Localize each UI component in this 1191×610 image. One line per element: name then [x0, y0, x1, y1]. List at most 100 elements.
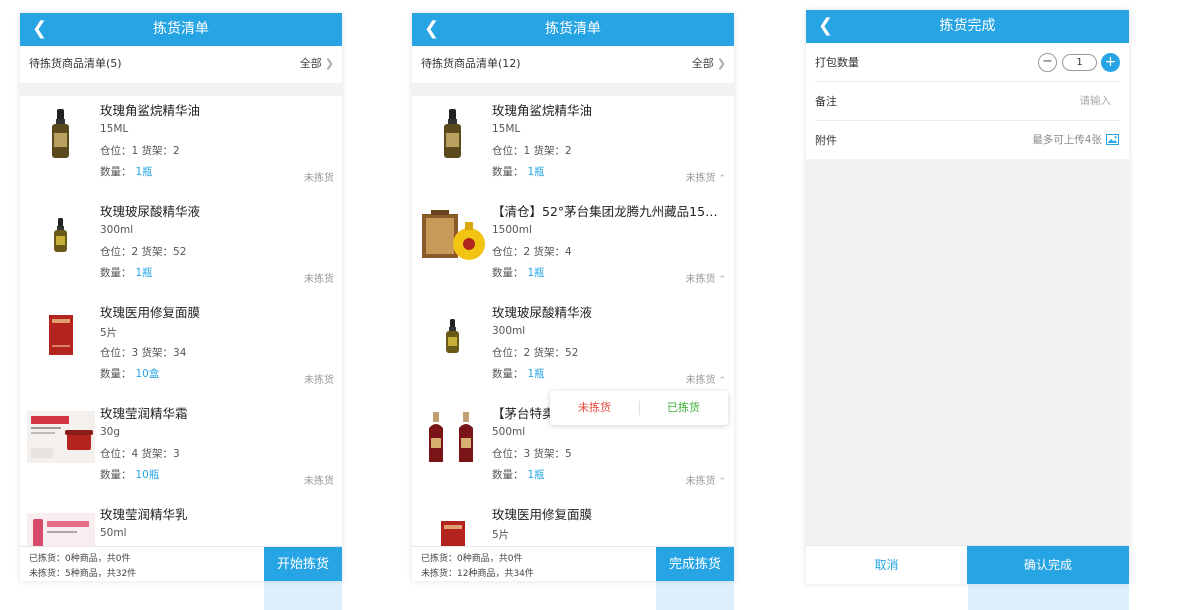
item-list[interactable]: 玫瑰角鲨烷精华油 15ML 仓位：1 货架：2 数量： 1瓶 未拣货 玫瑰玻尿酸精… [20, 96, 342, 546]
item-qty-label: 数量： [100, 368, 132, 380]
product-image-red-liquor-bottles [429, 412, 473, 462]
item-qty-value: 1瓶 [527, 166, 545, 178]
filter-all-button[interactable]: 全部 ❯ [692, 46, 726, 82]
item-status-text: 未拣货 [685, 375, 716, 386]
cancel-button[interactable]: 取消 [806, 546, 967, 584]
item-list[interactable]: 玫瑰角鲨烷精华油 15ML 仓位：1 货架：2 数量： 1瓶 未拣货 ⌃ 【清仓】5… [412, 96, 734, 546]
attachment-row[interactable]: 附件 最多可上传4张 [806, 121, 1129, 160]
quantity-input[interactable]: 1 [1062, 54, 1097, 71]
confirm-complete-button[interactable]: 确认完成 [967, 546, 1129, 584]
item-name: 玫瑰医用修复面膜 [492, 507, 593, 522]
item-spec: 15ML [100, 123, 129, 135]
item-location: 仓位：3 货架：34 [100, 347, 187, 359]
item-name: 玫瑰莹润精华霜 [100, 406, 188, 421]
item-qty-value: 1瓶 [135, 166, 153, 178]
item-qty-label: 数量： [492, 267, 524, 279]
picked-summary: 已拣货：0种商品，共0件 [421, 554, 523, 564]
item-qty-label: 数量： [100, 469, 132, 481]
chevron-up-icon: ⌃ [718, 275, 726, 285]
product-image-liquor-gift-box [422, 210, 485, 260]
item-qty-value: 1瓶 [135, 267, 153, 279]
title-bar: ❮ 拣货清单 [20, 13, 342, 46]
list-item[interactable]: 玫瑰玻尿酸精华液 300ml 仓位：2 货架：52 数量： 1瓶 未拣货 ⌃ [412, 298, 734, 399]
chevron-up-icon: ⌃ [718, 174, 726, 184]
list-item[interactable]: 玫瑰医用修复面膜 5片 [412, 500, 734, 546]
list-item[interactable]: 【清仓】52°茅台集团龙腾九州藏品1500ml 1500ml 仓位：2 货架：4… [412, 197, 734, 298]
page-title: 拣货清单 [153, 21, 209, 37]
title-bar: ❮ 拣货完成 [806, 10, 1129, 43]
completion-form: 打包数量 − 1 + 备注 请输入 附件 最多可上传4张 [806, 43, 1129, 159]
title-bar: ❮ 拣货清单 [412, 13, 734, 46]
item-name: 玫瑰角鲨烷精华油 [492, 103, 593, 118]
item-location: 仓位：2 货架：52 [100, 246, 187, 258]
list-item[interactable]: 玫瑰医用修复面膜 5片 仓位：3 货架：34 数量： 10盒 未拣货 [20, 298, 342, 399]
list-item[interactable]: 玫瑰角鲨烷精华油 15ML 仓位：1 货架：2 数量： 1瓶 未拣货 ⌃ [412, 96, 734, 197]
item-qty: 数量： 1瓶 [492, 164, 545, 179]
item-qty-value: 10瓶 [135, 469, 160, 481]
item-qty-value: 10盒 [135, 368, 160, 380]
item-qty: 数量： 10盒 [100, 366, 159, 381]
item-status[interactable]: 未拣货 [304, 371, 334, 386]
product-image-serum-bottle [446, 319, 459, 353]
status-popup-menu: 未拣货 已拣货 [550, 391, 728, 425]
start-picking-button[interactable]: 开始拣货 [264, 547, 342, 581]
item-status-toggle[interactable]: 未拣货 ⌃ [685, 472, 726, 487]
list-item[interactable]: 玫瑰玻尿酸精华液 300ml 仓位：2 货架：52 数量： 1瓶 未拣货 [20, 197, 342, 298]
remark-input[interactable]: 请输入 [1080, 82, 1112, 121]
list-header: 待拣货商品清单(5) 全部 ❯ [20, 46, 342, 96]
minus-icon[interactable]: − [1038, 53, 1057, 72]
screen-picking-list-in-progress: ❮ 拣货清单 待拣货商品清单(12) 全部 ❯ 玫瑰角鲨烷精华油 15ML 仓位：… [412, 13, 734, 581]
plus-icon[interactable]: + [1101, 53, 1120, 72]
button-reflection [264, 581, 342, 610]
finish-picking-button[interactable]: 完成拣货 [656, 547, 734, 581]
product-image-mask-box [49, 315, 73, 355]
item-location: 仓位：2 货架：4 [492, 246, 572, 258]
page-title: 拣货清单 [545, 21, 601, 37]
chevron-up-icon: ⌃ [718, 376, 726, 386]
screen-picking-complete: ❮ 拣货完成 打包数量 − 1 + 备注 请输入 附件 最多可上传4张 取消 确… [806, 10, 1129, 584]
item-name: 玫瑰莹润精华乳 [100, 507, 188, 522]
item-status[interactable]: 未拣货 [304, 169, 334, 184]
item-qty-value: 1瓶 [527, 469, 545, 481]
item-location: 仓位：2 货架：52 [492, 347, 579, 359]
item-spec: 15ML [492, 123, 521, 135]
image-icon[interactable] [1106, 134, 1119, 145]
item-qty: 数量： 1瓶 [492, 265, 545, 280]
mark-unpicked-option[interactable]: 未拣货 [550, 391, 639, 425]
pack-qty-row: 打包数量 − 1 + [806, 43, 1129, 82]
product-image-mask-box [441, 521, 465, 546]
quantity-stepper: − 1 + [1038, 53, 1120, 73]
bottom-bar: 已拣货：0种商品，共0件 未拣货：12种商品，共34件 完成拣货 [412, 546, 734, 581]
item-status[interactable]: 未拣货 [304, 270, 334, 285]
list-header: 待拣货商品清单(12) 全部 ❯ [412, 46, 734, 96]
attachment-hint: 最多可上传4张 [1032, 134, 1102, 146]
item-qty: 数量： 1瓶 [492, 467, 545, 482]
remark-row[interactable]: 备注 请输入 [806, 82, 1129, 121]
mark-picked-option[interactable]: 已拣货 [639, 391, 728, 425]
pack-qty-label: 打包数量 [815, 56, 859, 69]
page-title: 拣货完成 [939, 18, 996, 34]
item-qty: 数量： 1瓶 [100, 265, 153, 280]
product-image-serum-bottle [54, 218, 67, 252]
list-item[interactable]: 玫瑰莹润精华乳 50ml [20, 500, 342, 546]
item-location: 仓位：1 货架：2 [100, 145, 180, 157]
item-status-toggle[interactable]: 未拣货 ⌃ [685, 371, 726, 386]
item-qty-label: 数量： [492, 469, 524, 481]
item-status[interactable]: 未拣货 [304, 472, 334, 487]
list-item[interactable]: 玫瑰莹润精华霜 30g 仓位：4 货架：3 数量： 10瓶 未拣货 [20, 399, 342, 500]
picked-summary: 已拣货：0种商品，共0件 [29, 554, 131, 564]
item-location: 仓位：4 货架：3 [100, 448, 180, 460]
filter-all-button[interactable]: 全部 ❯ [300, 46, 334, 82]
unpicked-summary: 未拣货：5种商品，共32件 [29, 569, 137, 579]
item-qty: 数量： 1瓶 [492, 366, 545, 381]
screen-picking-list-start: ❮ 拣货清单 待拣货商品清单(5) 全部 ❯ 玫瑰角鲨烷精华油 15ML 仓位：1… [20, 13, 342, 581]
item-status-toggle[interactable]: 未拣货 ⌃ [685, 169, 726, 184]
item-name: 玫瑰玻尿酸精华液 [492, 305, 593, 320]
list-item[interactable]: 玫瑰角鲨烷精华油 15ML 仓位：1 货架：2 数量： 1瓶 未拣货 [20, 96, 342, 197]
item-status-text: 未拣货 [685, 173, 716, 184]
chevron-up-icon: ⌃ [718, 477, 726, 487]
section-divider [412, 83, 734, 96]
item-status-toggle[interactable]: 未拣货 ⌃ [685, 270, 726, 285]
item-qty-label: 数量： [100, 166, 132, 178]
item-location: 仓位：1 货架：2 [492, 145, 572, 157]
